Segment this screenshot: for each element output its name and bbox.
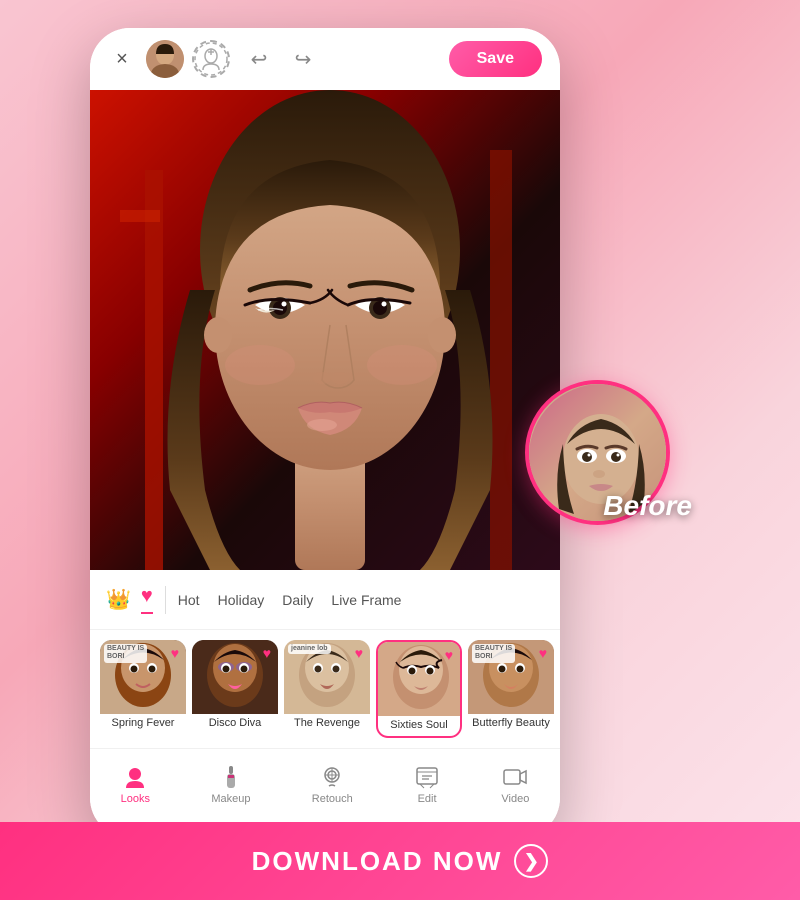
nav-label-makeup: Makeup (211, 793, 250, 805)
save-button[interactable]: Save (449, 41, 542, 77)
crown-icon[interactable]: 👑 (106, 587, 131, 612)
download-bar[interactable]: DOWNLOAD NOW ❯ (0, 822, 800, 900)
look-spring-fever[interactable]: BEAUTY ISBORI ♥ Spring Fever (100, 640, 186, 738)
look-heart-revenge[interactable]: ♥ (355, 645, 363, 661)
add-face-button[interactable] (192, 40, 230, 78)
photo-area (90, 90, 560, 570)
top-bar: × (90, 28, 560, 90)
phone-frame: × (90, 28, 560, 838)
look-sixties-soul[interactable]: ♥ Sixties Soul (376, 640, 462, 738)
look-heart-spring[interactable]: ♥ (171, 645, 179, 661)
woman-portrait (90, 90, 560, 570)
nav-label-edit: Edit (418, 793, 437, 805)
main-container: × (0, 0, 800, 900)
look-label-disco: Disco Diva (192, 714, 278, 732)
look-heart-butterfly[interactable]: ♥ (539, 645, 547, 661)
nav-retouch[interactable]: Retouch (312, 764, 353, 805)
tab-divider (165, 586, 166, 614)
nav-label-looks: Looks (121, 793, 150, 805)
look-the-revenge[interactable]: jeanine lob ♥ The Revenge (284, 640, 370, 738)
nav-edit[interactable]: Edit (414, 764, 440, 805)
look-label-revenge: The Revenge (284, 714, 370, 732)
look-label-spring: Spring Fever (100, 714, 186, 732)
close-button[interactable]: × (108, 45, 136, 73)
look-badge-butterfly: BEAUTY ISBORI (472, 644, 515, 663)
filter-tabs: 👑 ♥ Hot Holiday Daily Live Frame (90, 570, 560, 630)
redo-button[interactable]: ↪ (288, 44, 318, 74)
tab-hot[interactable]: Hot (178, 588, 200, 612)
download-arrow-icon: ❯ (514, 844, 548, 878)
look-disco-diva[interactable]: ♥ Disco Diva (192, 640, 278, 738)
tab-liveframe[interactable]: Live Frame (331, 588, 401, 612)
look-badge-spring: BEAUTY ISBORI (104, 644, 147, 663)
bottom-nav: Looks Makeup Retouch (90, 748, 560, 818)
nav-label-video: Video (501, 793, 529, 805)
tab-holiday[interactable]: Holiday (218, 588, 265, 612)
look-heart-sixties[interactable]: ♥ (445, 647, 453, 663)
tab-daily[interactable]: Daily (282, 588, 313, 612)
nav-video[interactable]: Video (501, 764, 529, 805)
looks-carousel: BEAUTY ISBORI ♥ Spring Fever (90, 630, 560, 748)
look-butterfly-beauty[interactable]: BEAUTY ISBORI ♥ Butterfly Beauty (468, 640, 554, 738)
nav-looks[interactable]: Looks (121, 764, 150, 805)
look-badge-revenge: jeanine lob (288, 644, 331, 654)
nav-makeup[interactable]: Makeup (211, 764, 250, 805)
look-heart-disco[interactable]: ♥ (263, 645, 271, 661)
undo-button[interactable]: ↩ (244, 44, 274, 74)
favorites-tab[interactable]: ♥ (141, 585, 153, 614)
before-label: Before (603, 490, 692, 522)
nav-label-retouch: Retouch (312, 793, 353, 805)
download-text: DOWNLOAD NOW (252, 846, 503, 877)
look-label-butterfly: Butterfly Beauty (468, 714, 554, 732)
look-label-sixties: Sixties Soul (378, 716, 460, 734)
avatar[interactable] (146, 40, 184, 78)
